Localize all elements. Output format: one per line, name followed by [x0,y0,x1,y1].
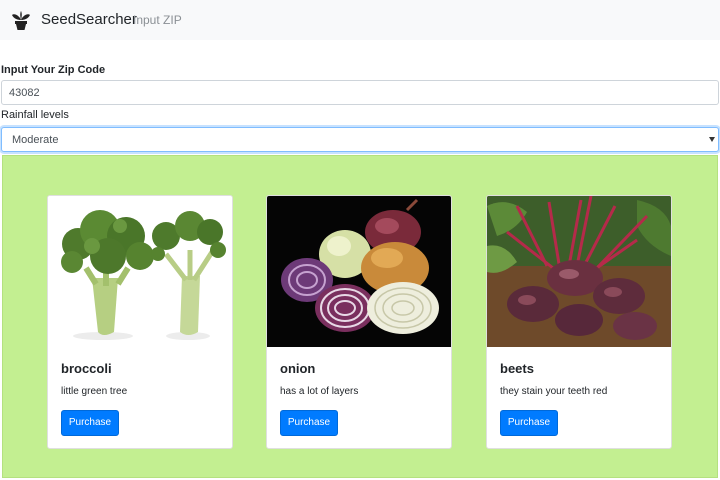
caret-down-icon [709,137,715,142]
card-description: they stain your teeth red [500,386,608,397]
purchase-button-broccoli[interactable]: Purchase [61,410,119,436]
beets-photo [487,196,671,347]
purchase-button-onion[interactable]: Purchase [280,410,338,436]
product-card-broccoli: broccoli little green tree Purchase [47,195,233,449]
zip-input[interactable] [1,80,719,105]
potted-plant-icon[interactable] [10,9,32,31]
rainfall-label: Rainfall levels [1,109,69,121]
brand-name[interactable]: SeedSearcher [41,10,137,30]
product-card-onion: onion has a lot of layers Purchase [266,195,452,449]
purchase-button-beets[interactable]: Purchase [500,410,558,436]
card-title: beets [500,361,534,376]
product-card-beets: beets they stain your teeth red Purchase [486,195,672,449]
rainfall-select-value: Moderate [12,134,59,146]
navbar: SeedSearcher Input ZIP [0,0,720,40]
card-title: broccoli [61,361,112,376]
card-description: has a lot of layers [280,386,359,397]
onion-photo [267,196,451,347]
card-title: onion [280,361,316,376]
nav-link-input-zip[interactable]: Input ZIP [133,12,182,28]
zip-label: Input Your Zip Code [1,64,106,76]
rainfall-select[interactable]: Moderate [1,127,719,152]
broccoli-photo [48,196,232,347]
card-description: little green tree [61,386,128,397]
